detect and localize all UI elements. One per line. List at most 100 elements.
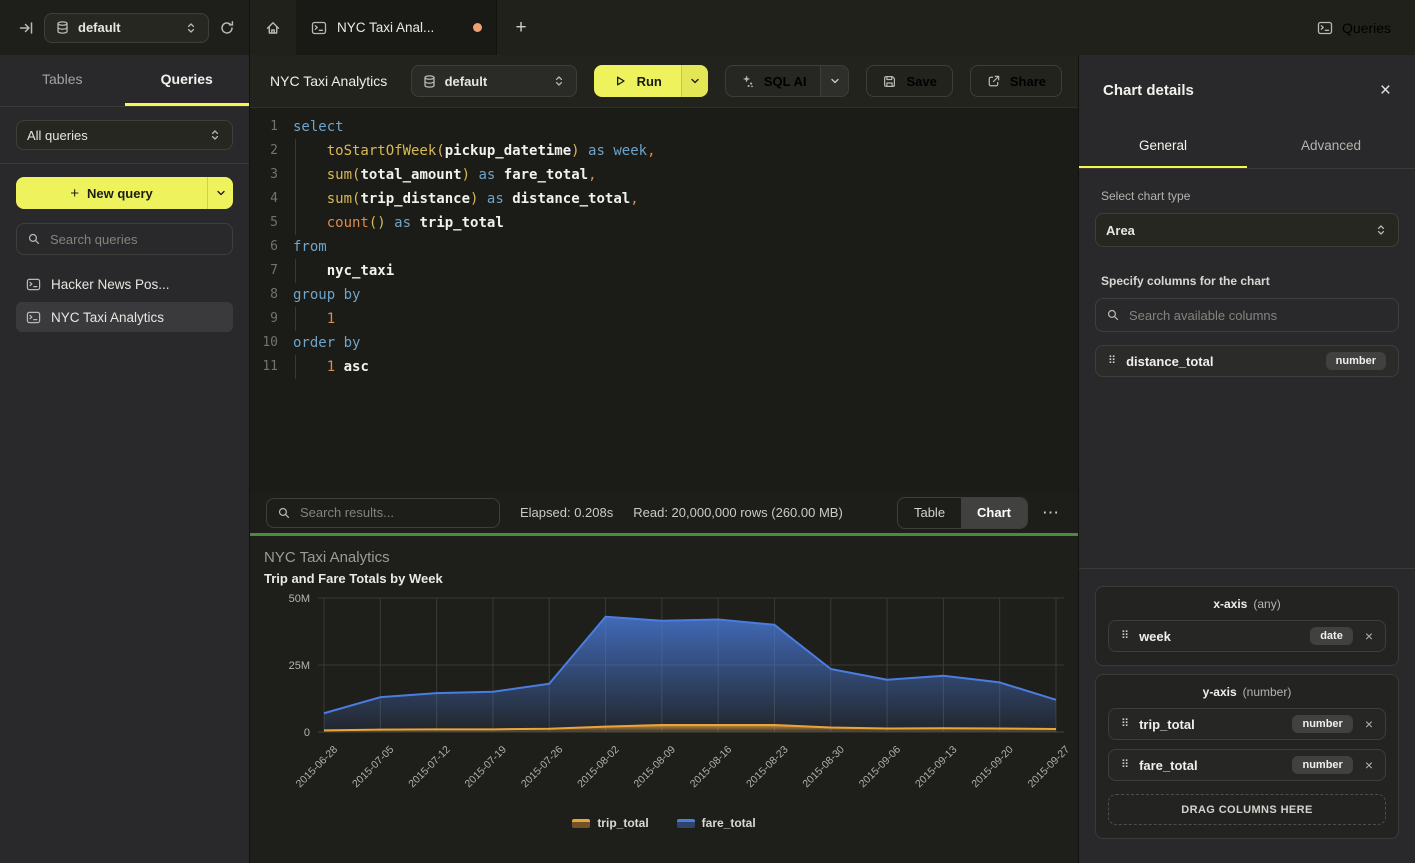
line-number: 10 [250, 331, 278, 355]
chart-plot[interactable]: 025M50M2015-06-282015-07-052015-07-12201… [264, 586, 1076, 814]
column-type-badge: date [1310, 627, 1353, 645]
database-icon [422, 74, 437, 89]
svg-text:2015-07-05: 2015-07-05 [350, 744, 397, 791]
tab-tables[interactable]: Tables [0, 55, 125, 106]
tab-queries[interactable]: Queries [125, 55, 250, 106]
sql-line[interactable]: 7 nyc_taxi [250, 259, 1078, 283]
chevron-down-icon [689, 75, 701, 87]
chart-panel: NYC Taxi Analytics Trip and Fare Totals … [250, 536, 1078, 863]
drag-grip-icon: ⠿ [1121, 631, 1129, 642]
query-list-item-nyc-taxi[interactable]: NYC Taxi Analytics [16, 302, 233, 332]
remove-column-button[interactable]: × [1363, 717, 1373, 731]
database-icon [55, 20, 70, 35]
chart-legend: trip_total fare_total [264, 816, 1064, 830]
sidebar: Tables Queries All queries + New query [0, 55, 250, 863]
topbar-left: default [0, 0, 250, 55]
divider [1079, 568, 1415, 569]
svg-text:2015-08-02: 2015-08-02 [575, 744, 622, 791]
svg-text:2015-07-12: 2015-07-12 [406, 744, 453, 791]
sql-editor[interactable]: 1select2 toStartOfWeek(pickup_datetime) … [250, 108, 1078, 492]
share-button-label: Share [1010, 74, 1046, 89]
svg-text:0: 0 [304, 727, 310, 739]
home-tab[interactable] [250, 0, 297, 55]
new-query-label: New query [87, 186, 153, 201]
chart-type-select[interactable]: Area [1095, 213, 1399, 247]
sql-code: sum(total_amount) as fare_total, [293, 163, 597, 187]
new-tab-button[interactable]: + [497, 0, 545, 55]
y-axis-item-trip-total[interactable]: ⠿ trip_total number × [1108, 708, 1386, 740]
sql-line[interactable]: 5 count() as trip_total [250, 211, 1078, 235]
sql-line[interactable]: 1select [250, 115, 1078, 139]
tab-nyc-taxi-analytics[interactable]: NYC Taxi Anal... [297, 0, 497, 55]
line-number: 6 [250, 235, 278, 259]
query-item-label: Hacker News Pos... [51, 277, 170, 292]
save-button[interactable]: Save [866, 65, 952, 97]
legend-item-fare_total[interactable]: fare_total [677, 816, 756, 830]
refresh-icon [219, 20, 235, 36]
drag-grip-icon: ⠿ [1121, 760, 1129, 771]
sql-line[interactable]: 2 toStartOfWeek(pickup_datetime) as week… [250, 139, 1078, 163]
sql-code: select [293, 115, 344, 139]
x-axis-item-week[interactable]: ⠿ week date × [1108, 620, 1386, 652]
legend-item-trip_total[interactable]: trip_total [572, 816, 648, 830]
table-view-button[interactable]: Table [898, 498, 961, 528]
sql-line[interactable]: 8group by [250, 283, 1078, 307]
chart-details-tabs: General Advanced [1079, 125, 1415, 169]
chevron-updown-icon [184, 21, 198, 35]
search-icon [1106, 308, 1120, 322]
sql-line[interactable]: 9 1 [250, 307, 1078, 331]
sql-ai-button[interactable]: SQL AI [726, 66, 821, 96]
tab-general-label: General [1139, 138, 1187, 153]
query-list-item-hacker-news[interactable]: Hacker News Pos... [16, 269, 233, 299]
sql-ai-dropdown-button[interactable] [820, 66, 848, 96]
line-number: 4 [250, 187, 278, 211]
query-list: Hacker News Pos... NYC Taxi Analytics [16, 269, 233, 332]
tab-advanced[interactable]: Advanced [1247, 125, 1415, 168]
drag-columns-dropzone[interactable]: DRAG COLUMNS HERE [1108, 794, 1386, 825]
sql-code: 1 [293, 307, 335, 331]
collapse-sidebar-button[interactable] [18, 20, 34, 36]
tab-advanced-label: Advanced [1301, 138, 1361, 153]
sql-code: group by [293, 283, 360, 307]
close-chart-details-button[interactable]: × [1380, 81, 1391, 100]
svg-text:2015-09-20: 2015-09-20 [969, 744, 1016, 791]
toolbar-database-value: default [445, 74, 544, 89]
sql-line[interactable]: 6from [250, 235, 1078, 259]
column-type-badge: number [1292, 756, 1352, 774]
sql-line[interactable]: 4 sum(trip_distance) as distance_total, [250, 187, 1078, 211]
topbar-database-selector[interactable]: default [44, 13, 209, 43]
toolbar-database-selector[interactable]: default [411, 65, 577, 97]
sql-line[interactable]: 11 1 asc [250, 355, 1078, 379]
column-name: trip_total [1139, 717, 1282, 732]
y-axis-item-fare-total[interactable]: ⠿ fare_total number × [1108, 749, 1386, 781]
topbar-right: Queries [1317, 0, 1415, 55]
search-columns-input[interactable] [1129, 308, 1388, 323]
column-type-badge: number [1326, 352, 1386, 370]
query-item-label: NYC Taxi Analytics [51, 310, 164, 325]
more-options-button[interactable]: ⋯ [1040, 503, 1062, 523]
chart-view-button[interactable]: Chart [961, 498, 1027, 528]
remove-column-button[interactable]: × [1363, 758, 1373, 772]
x-axis-title: x-axis(any) [1108, 597, 1386, 611]
share-button[interactable]: Share [970, 65, 1062, 97]
sql-line[interactable]: 10order by [250, 331, 1078, 355]
column-item-distance-total[interactable]: ⠿ distance_total number [1095, 345, 1399, 377]
specify-columns-label: Specify columns for the chart [1101, 274, 1399, 288]
sql-line[interactable]: 3 sum(total_amount) as fare_total, [250, 163, 1078, 187]
refresh-button[interactable] [219, 20, 235, 36]
new-query-dropdown-button[interactable] [207, 177, 233, 209]
search-queries-input[interactable] [50, 232, 226, 247]
y-axis-title: y-axis(number) [1108, 685, 1386, 699]
tab-general[interactable]: General [1079, 125, 1247, 168]
remove-column-button[interactable]: × [1363, 629, 1373, 643]
query-filter-select[interactable]: All queries [16, 120, 233, 150]
y-axis-dropzone: y-axis(number) ⠿ trip_total number × ⠿ f… [1095, 674, 1399, 839]
new-query-button[interactable]: + New query [16, 177, 233, 209]
run-dropdown-button[interactable] [681, 65, 708, 97]
svg-text:2015-09-13: 2015-09-13 [913, 744, 960, 791]
run-button[interactable]: Run [594, 65, 681, 97]
results-bar: Elapsed: 0.208s Read: 20,000,000 rows (2… [250, 492, 1078, 533]
queries-button[interactable]: Queries [1317, 20, 1391, 36]
search-columns-box [1095, 298, 1399, 332]
search-results-input[interactable] [300, 505, 489, 520]
